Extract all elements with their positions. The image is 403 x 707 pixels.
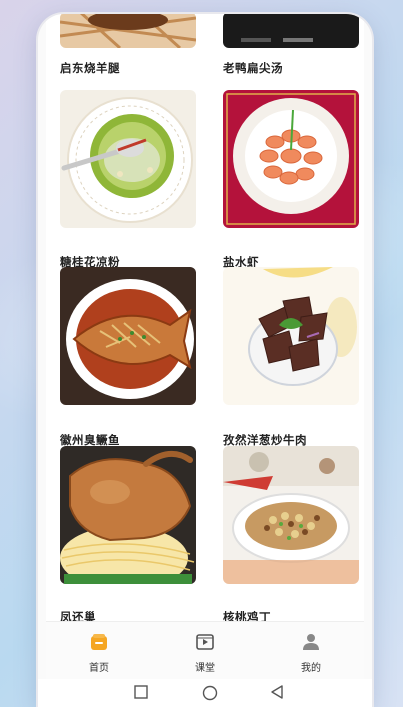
video-icon <box>196 634 214 650</box>
back-icon[interactable] <box>270 685 284 699</box>
recipe-title: 凤还巢 <box>60 610 96 621</box>
tab-mine-label: 我的 <box>301 663 321 674</box>
bottom-tab-bar: 首页 课堂 我的 <box>46 621 364 680</box>
recipe-image <box>60 267 196 405</box>
recipe-grid[interactable]: 启东烧羊腿 老鸭扁尖汤 糖桂花凉粉 盐水虾 徽州臭鳜鱼 孜然洋葱炒牛肉 凤还巢 … <box>46 14 364 621</box>
tab-home[interactable]: 首页 <box>46 622 152 680</box>
recipe-image <box>223 14 359 48</box>
recipe-image <box>223 90 359 228</box>
recipe-image <box>60 14 196 48</box>
recent-apps-icon[interactable] <box>134 685 148 699</box>
home-nav-icon[interactable] <box>202 685 218 701</box>
tab-classroom-label: 课堂 <box>195 663 215 674</box>
recipe-image <box>60 446 196 584</box>
recipe-image <box>223 267 359 405</box>
system-nav-bar <box>38 679 372 707</box>
recipe-image <box>223 446 359 584</box>
recipe-title: 老鸭扁尖汤 <box>223 61 283 75</box>
tab-mine[interactable]: 我的 <box>258 622 364 680</box>
tab-classroom[interactable]: 课堂 <box>152 622 258 680</box>
tab-home-label: 首页 <box>89 663 109 674</box>
home-icon <box>91 634 107 650</box>
person-icon <box>303 634 319 650</box>
recipe-image <box>60 90 196 228</box>
phone-frame: 启东烧羊腿 老鸭扁尖汤 糖桂花凉粉 盐水虾 徽州臭鳜鱼 孜然洋葱炒牛肉 凤还巢 … <box>38 14 372 707</box>
recipe-title: 启东烧羊腿 <box>60 61 120 75</box>
recipe-title: 核桃鸡丁 <box>223 610 271 621</box>
